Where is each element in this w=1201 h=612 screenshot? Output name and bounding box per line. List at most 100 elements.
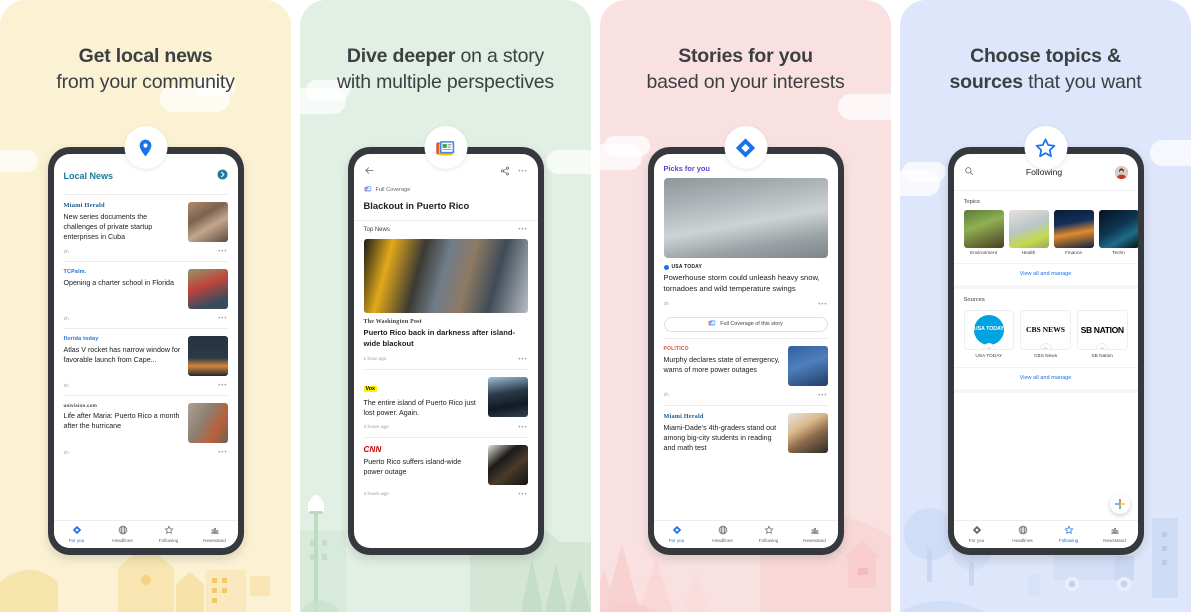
article-thumbnail bbox=[187, 336, 228, 377]
list-item[interactable]: CNN Puerto Rico suffers island-wide powe… bbox=[354, 438, 538, 488]
article-meta: 2h ••• bbox=[54, 245, 238, 261]
topic-tile[interactable]: Techn bbox=[1098, 210, 1138, 256]
topic-label: Finance bbox=[1064, 251, 1083, 256]
headline-line2-reg: based on your interests bbox=[646, 70, 845, 93]
nav-item-following[interactable]: Following bbox=[746, 525, 792, 543]
overflow-menu-icon[interactable]: ••• bbox=[518, 425, 527, 431]
phone-screen: Following Topics Environment Health Fina… bbox=[953, 154, 1138, 548]
location-pin-icon bbox=[124, 126, 167, 169]
nav-label: For you bbox=[68, 538, 85, 544]
nav-item-newsstand[interactable]: Newsstand bbox=[192, 525, 238, 543]
nav-item-following[interactable]: Following bbox=[1046, 525, 1092, 543]
full-coverage-eyebrow: Full Coverage bbox=[354, 183, 538, 198]
chevron-right-circle-icon[interactable] bbox=[216, 167, 228, 185]
overflow-menu-icon[interactable]: ••• bbox=[218, 383, 227, 389]
panel-headline: Get local news from your community bbox=[0, 44, 291, 95]
overflow-menu-icon[interactable]: ••• bbox=[518, 357, 527, 363]
topic-label: Techn bbox=[1112, 251, 1125, 256]
topic-tile[interactable]: Environment bbox=[963, 210, 1004, 256]
article-meta: 1 hour ago ••• bbox=[354, 353, 538, 369]
article-source: florida today bbox=[63, 336, 99, 343]
topics-tiles[interactable]: Environment Health Finance Techn bbox=[954, 210, 1138, 256]
overflow-menu-icon[interactable]: ••• bbox=[518, 169, 527, 175]
source-card[interactable]: USA TODAY ☆ USA TODAY bbox=[963, 310, 1015, 359]
topic-tile[interactable]: Finance bbox=[1053, 210, 1094, 256]
top-news-subhead: Top News ••• bbox=[353, 220, 538, 237]
article-title: Powerhouse storm could unleash heavy sno… bbox=[663, 273, 820, 293]
list-item[interactable]: Miami Herald Miami-Dade's 4th-graders st… bbox=[654, 406, 838, 456]
article-title: Puerto Rico back in darkness after islan… bbox=[363, 328, 516, 348]
topic-tile[interactable]: Health bbox=[1008, 210, 1049, 256]
article-meta: 4 hours ago ••• bbox=[354, 488, 538, 504]
star-icon bbox=[1046, 525, 1092, 536]
nav-item-for-you[interactable]: For you bbox=[54, 525, 100, 543]
article-title: Life after Maria: Puerto Rico a month af… bbox=[63, 412, 180, 431]
avatar[interactable] bbox=[1114, 165, 1128, 179]
article-time: 2h bbox=[63, 383, 69, 389]
for-you-scroll[interactable]: Picks for you USA TODAY Powerhouse storm… bbox=[654, 154, 838, 520]
overflow-menu-icon[interactable]: ••• bbox=[818, 393, 827, 399]
nav-label: Following bbox=[1058, 538, 1079, 544]
source-logo: CBS NEWS ☆ bbox=[1020, 310, 1071, 350]
full-coverage-scroll[interactable]: ••• Full Coverage Blackout in Puerto Ric… bbox=[353, 154, 538, 548]
list-item[interactable]: florida today Atlas V rocket has narrow … bbox=[54, 329, 238, 379]
nav-item-for-you[interactable]: For you bbox=[954, 525, 1000, 543]
panel-headline: Stories for you based on your interests bbox=[600, 44, 891, 95]
diamond-icon bbox=[954, 525, 1000, 536]
list-item[interactable]: The Washington Post Puerto Rico back in … bbox=[354, 313, 538, 353]
promo-panel-full-coverage: Dive deeper on a story with multiple per… bbox=[300, 0, 591, 612]
overflow-menu-icon[interactable]: ••• bbox=[218, 450, 227, 456]
list-item[interactable]: USA TODAY Powerhouse storm could unleash… bbox=[654, 258, 838, 298]
overflow-menu-icon[interactable]: ••• bbox=[518, 492, 527, 498]
bottom-nav: For you Headlines Following Newsstand bbox=[953, 520, 1138, 548]
local-news-scroll[interactable]: Local News Miami Herald New series docum… bbox=[54, 154, 238, 520]
nav-item-for-you[interactable]: For you bbox=[654, 525, 700, 543]
promo-panel-local-news: Get local news from your community Local… bbox=[0, 0, 291, 612]
article-time: 4 hours ago bbox=[363, 492, 389, 498]
overflow-menu-icon[interactable]: ••• bbox=[218, 316, 227, 322]
source-card[interactable]: CBS NEWS ☆ CBS News bbox=[1020, 310, 1071, 359]
star-icon bbox=[146, 525, 192, 536]
nav-label: Headlines bbox=[112, 538, 133, 544]
following-scroll[interactable]: Following Topics Environment Health Fina… bbox=[953, 154, 1138, 520]
nav-label: Following bbox=[758, 538, 779, 544]
overflow-menu-icon[interactable]: ••• bbox=[818, 302, 827, 308]
headline-line2-reg: with multiple perspectives bbox=[337, 70, 554, 93]
star-outline-icon[interactable]: ☆ bbox=[1096, 343, 1109, 349]
list-item[interactable]: POLITICO Murphy declares state of emerge… bbox=[654, 339, 838, 389]
nav-item-headlines[interactable]: Headlines bbox=[100, 525, 146, 543]
nav-item-headlines[interactable]: Headlines bbox=[1000, 525, 1046, 543]
sources-view-all-link[interactable]: View all and manage bbox=[953, 367, 1138, 389]
full-coverage-button[interactable]: Full Coverage of this story bbox=[663, 316, 828, 332]
diamond-icon bbox=[654, 525, 700, 536]
globe-icon bbox=[700, 525, 746, 536]
hero-image bbox=[363, 239, 528, 313]
list-item[interactable]: univision.com Life after Maria: Puerto R… bbox=[54, 396, 238, 446]
topics-label: Topics bbox=[963, 199, 980, 205]
topic-label: Health bbox=[1021, 251, 1036, 256]
article-source: univision.com bbox=[63, 403, 97, 409]
topics-view-all-link[interactable]: View all and manage bbox=[953, 263, 1138, 285]
source-card[interactable]: SB NATION ☆ SB Nation bbox=[1076, 310, 1128, 359]
nav-item-newsstand[interactable]: Newsstand bbox=[792, 525, 838, 543]
article-time: 2h bbox=[63, 450, 69, 456]
search-icon[interactable] bbox=[964, 163, 974, 181]
list-item[interactable]: TCPalm. Opening a charter school in Flor… bbox=[54, 262, 238, 312]
add-plus-icon[interactable] bbox=[1109, 494, 1130, 514]
article-source: CNN bbox=[363, 444, 382, 454]
overflow-menu-icon[interactable]: ••• bbox=[518, 227, 527, 233]
nav-label: Newsstand bbox=[803, 538, 826, 544]
nav-item-newsstand[interactable]: Newsstand bbox=[1092, 525, 1138, 543]
nav-item-following[interactable]: Following bbox=[146, 525, 192, 543]
list-item[interactable]: Miami Herald New series documents the ch… bbox=[54, 195, 238, 245]
list-item[interactable]: Vox The entire island of Puerto Rico jus… bbox=[354, 370, 538, 421]
headline-line1-bold: Stories for you bbox=[678, 45, 813, 67]
nav-item-headlines[interactable]: Headlines bbox=[700, 525, 746, 543]
star-outline-icon[interactable]: ☆ bbox=[982, 343, 995, 349]
nav-label: For you bbox=[668, 538, 685, 544]
overflow-menu-icon[interactable]: ••• bbox=[218, 249, 227, 255]
share-icon[interactable] bbox=[500, 163, 510, 181]
star-outline-icon[interactable]: ☆ bbox=[1039, 343, 1052, 349]
back-arrow-icon[interactable] bbox=[364, 163, 375, 181]
star-icon bbox=[746, 525, 792, 536]
